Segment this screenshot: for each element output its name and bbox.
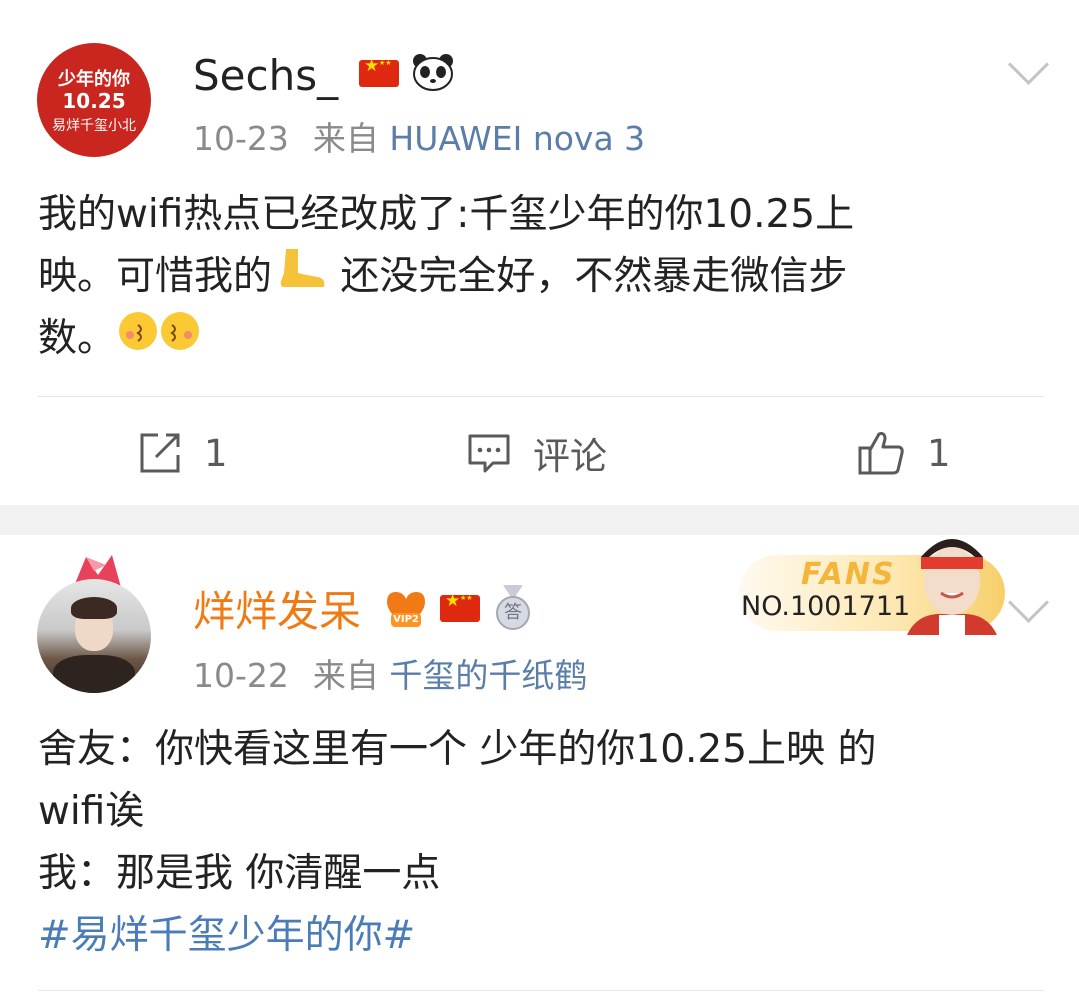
username[interactable]: Sechs_ <box>193 51 338 101</box>
medal-label: 答 <box>504 602 522 623</box>
post-text-part: 映。可惜我的 <box>38 254 273 299</box>
topic-hashtag-link[interactable]: #易烊千玺少年的你# <box>38 905 415 967</box>
source-prefix: 来自 <box>312 656 379 695</box>
medal-icon: 答 <box>493 585 533 631</box>
username[interactable]: 烊烊发呆 <box>193 587 361 637</box>
avatar-date: 10.25 <box>62 89 126 113</box>
post-text-line-2: wifi诶 <box>38 789 145 834</box>
source-device-link[interactable]: HUAWEI nova 3 <box>389 119 645 158</box>
chevron-down-icon[interactable] <box>1007 43 1050 86</box>
vip-heart-icon: VIP2 <box>383 587 429 633</box>
china-flag-icon <box>440 591 480 622</box>
like-icon <box>858 432 904 475</box>
avatar-subtitle: 易烊千玺小北 <box>52 118 136 134</box>
source-app-link[interactable]: 千玺的千纸鹤 <box>389 656 587 695</box>
avatar-coat <box>53 655 135 693</box>
post-meta: 10-22 来自 千玺的千纸鹤 <box>193 656 587 696</box>
post-text-part: 还没完全好，不然暴走微信步 <box>328 254 848 299</box>
vip-level-label: VIP2 <box>393 614 419 625</box>
weibo-post-2: 烊烊发呆 VIP2 答 FANS NO.1001711 <box>0 535 1079 995</box>
avatar-title: 少年的你 <box>58 69 130 90</box>
repost-count: 1 <box>204 431 228 475</box>
post-date: 10-23 <box>193 119 289 158</box>
china-flag-icon <box>359 56 399 87</box>
avatar-hair <box>71 597 117 619</box>
fans-label: FANS <box>801 557 896 592</box>
chevron-down-icon[interactable] <box>1007 581 1050 624</box>
repost-icon <box>140 433 180 473</box>
avatar[interactable] <box>37 579 151 693</box>
divider <box>38 990 1044 991</box>
post-text-line-2: 映。可惜我的 还没完全好，不然暴走微信步 <box>38 246 847 310</box>
post-text-line-3: 我：那是我 你清醒一点 <box>38 851 441 896</box>
fans-badge-portrait <box>899 535 1005 635</box>
fans-number: NO.1001711 <box>741 591 911 622</box>
like-count: 1 <box>927 431 951 475</box>
fans-badge[interactable]: FANS NO.1001711 <box>725 535 1005 635</box>
cheeky-face-emoji <box>116 309 208 372</box>
avatar[interactable]: 少年的你 10.25 易烊千玺小北 <box>37 43 151 157</box>
comment-label: 评论 <box>533 435 607 478</box>
comment-icon <box>468 434 510 473</box>
like-button[interactable]: 1 <box>857 425 951 481</box>
post-text-line-3: 数。 <box>38 308 208 372</box>
source-prefix: 来自 <box>312 119 379 158</box>
post-text-line-1: 舍友：你快看这里有一个 少年的你10.25上映 的 <box>38 727 877 772</box>
comment-button[interactable]: 评论 <box>467 425 607 481</box>
divider <box>38 396 1044 397</box>
post-text-part: 数。 <box>38 316 117 361</box>
repost-button[interactable]: 1 <box>138 425 228 481</box>
weibo-post-1: 少年的你 10.25 易烊千玺小北 Sechs_ 10-23 来自 HUAWEI … <box>0 0 1079 505</box>
post-text-line-1: 我的wifi热点已经改成了:千玺少年的你10.25上 <box>38 192 855 237</box>
post-separator <box>0 505 1079 535</box>
post-date: 10-22 <box>193 656 289 695</box>
panda-icon <box>411 52 455 92</box>
post-meta: 10-23 来自 HUAWEI nova 3 <box>193 119 645 159</box>
foot-emoji <box>272 247 328 310</box>
